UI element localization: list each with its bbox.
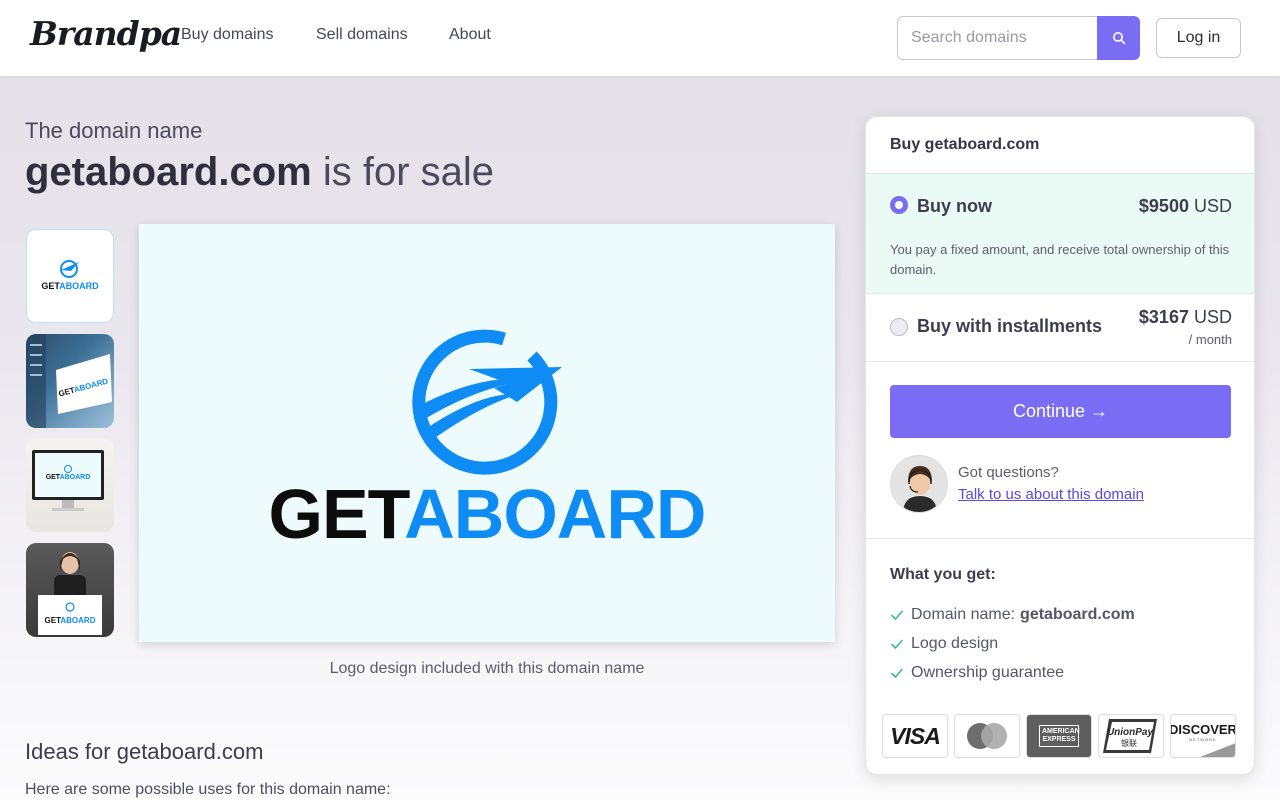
ideas-title: Ideas for getaboard.com xyxy=(25,739,264,764)
support-agent-avatar xyxy=(890,455,948,513)
logo-text-black: GET xyxy=(268,475,406,553)
svg-text:UnionPay: UnionPay xyxy=(1107,727,1154,738)
what-you-get-item: Logo design xyxy=(890,635,998,653)
logo-preview-image: GETABOARD xyxy=(139,224,835,642)
person-holding-sign-thumbnail[interactable]: GETABOARD xyxy=(26,543,114,637)
svg-text:GETABOARD: GETABOARD xyxy=(41,281,99,291)
buy-now-option[interactable]: Buy now $9500 USD You pay a fixed amount… xyxy=(866,173,1254,294)
questions-text: Got questions? xyxy=(958,464,1059,481)
nav-about[interactable]: About xyxy=(449,26,491,44)
logo-wordmark: GETABOARD xyxy=(139,474,835,554)
computer-screen-image: GETABOARD xyxy=(32,450,104,511)
brandpa-logo[interactable]: Brandpa xyxy=(30,14,182,53)
american-express-icon: AMERICAN EXPRESS xyxy=(1026,714,1092,758)
buy-now-description: You pay a fixed amount, and receive tota… xyxy=(890,242,1230,277)
what-you-get-item: Domain name: getaboard.com xyxy=(890,606,1135,624)
unionpay-icon: UnionPay 银联 xyxy=(1098,714,1164,758)
plane-globe-icon xyxy=(412,329,562,475)
ideas-text: Here are some possible uses for this dom… xyxy=(25,781,391,798)
installments-period: / month xyxy=(1188,332,1232,347)
purchase-card: Buy getaboard.com Buy now $9500 USD You … xyxy=(865,116,1255,775)
buy-now-label: Buy now xyxy=(917,196,992,216)
mastercard-icon xyxy=(954,714,1020,758)
svg-text:GETABOARD: GETABOARD xyxy=(45,616,96,625)
building-sign-thumbnail[interactable]: GETABOARD xyxy=(26,334,114,428)
check-icon xyxy=(891,668,903,678)
installments-label: Buy with installments xyxy=(917,316,1103,336)
person-holding-sign-image: GETABOARD xyxy=(38,552,102,635)
card-divider xyxy=(866,538,1254,539)
page-title: getaboard.com is for sale xyxy=(25,150,494,195)
what-you-get-item: Ownership guarantee xyxy=(890,664,1064,682)
check-icon xyxy=(891,610,903,620)
site-header: Brandpa Buy domains Sell domains About L… xyxy=(0,0,1280,76)
building-sign-image: GETABOARD xyxy=(26,334,112,428)
nav-sell-domains[interactable]: Sell domains xyxy=(316,26,408,44)
logo-caption: Logo design included with this domain na… xyxy=(329,660,645,677)
logo-text-blue: ABOARD xyxy=(404,475,706,553)
for-sale-text: is for sale xyxy=(322,150,495,194)
card-title: Buy getaboard.com xyxy=(890,136,1040,153)
hero-subtitle: The domain name xyxy=(25,118,203,143)
discover-icon: DISCOVER NETWORK xyxy=(1170,714,1236,758)
logo-thumbnail[interactable]: GETABOARD xyxy=(26,229,114,323)
what-you-get-title: What you get: xyxy=(890,566,996,583)
visa-icon: VISA xyxy=(882,714,948,758)
nav-buy-domains[interactable]: Buy domains xyxy=(181,26,274,44)
buy-now-radio[interactable] xyxy=(890,196,908,214)
check-icon xyxy=(891,639,903,649)
search-icon xyxy=(1112,32,1125,45)
installments-radio[interactable] xyxy=(890,318,908,336)
continue-button[interactable]: Continue → xyxy=(890,385,1231,438)
installments-price: $3167 USD xyxy=(1138,307,1232,327)
login-button[interactable]: Log in xyxy=(1156,18,1241,58)
svg-text:银联: 银联 xyxy=(1121,738,1137,748)
search-input[interactable] xyxy=(897,16,1098,60)
support-agent-image xyxy=(891,456,947,512)
buy-now-price: $9500 USD xyxy=(1138,196,1232,216)
computer-screen-thumbnail[interactable]: GETABOARD xyxy=(26,438,114,532)
talk-to-us-link[interactable]: Talk to us about this domain xyxy=(958,486,1144,503)
logo-thumbnail-image: GETABOARD xyxy=(41,260,99,291)
search-button[interactable] xyxy=(1097,16,1140,60)
domain-name: getaboard.com xyxy=(25,150,312,194)
installments-option[interactable]: Buy with installments $3167 USD / month xyxy=(866,294,1254,362)
svg-text:GETABOARD: GETABOARD xyxy=(46,474,91,481)
